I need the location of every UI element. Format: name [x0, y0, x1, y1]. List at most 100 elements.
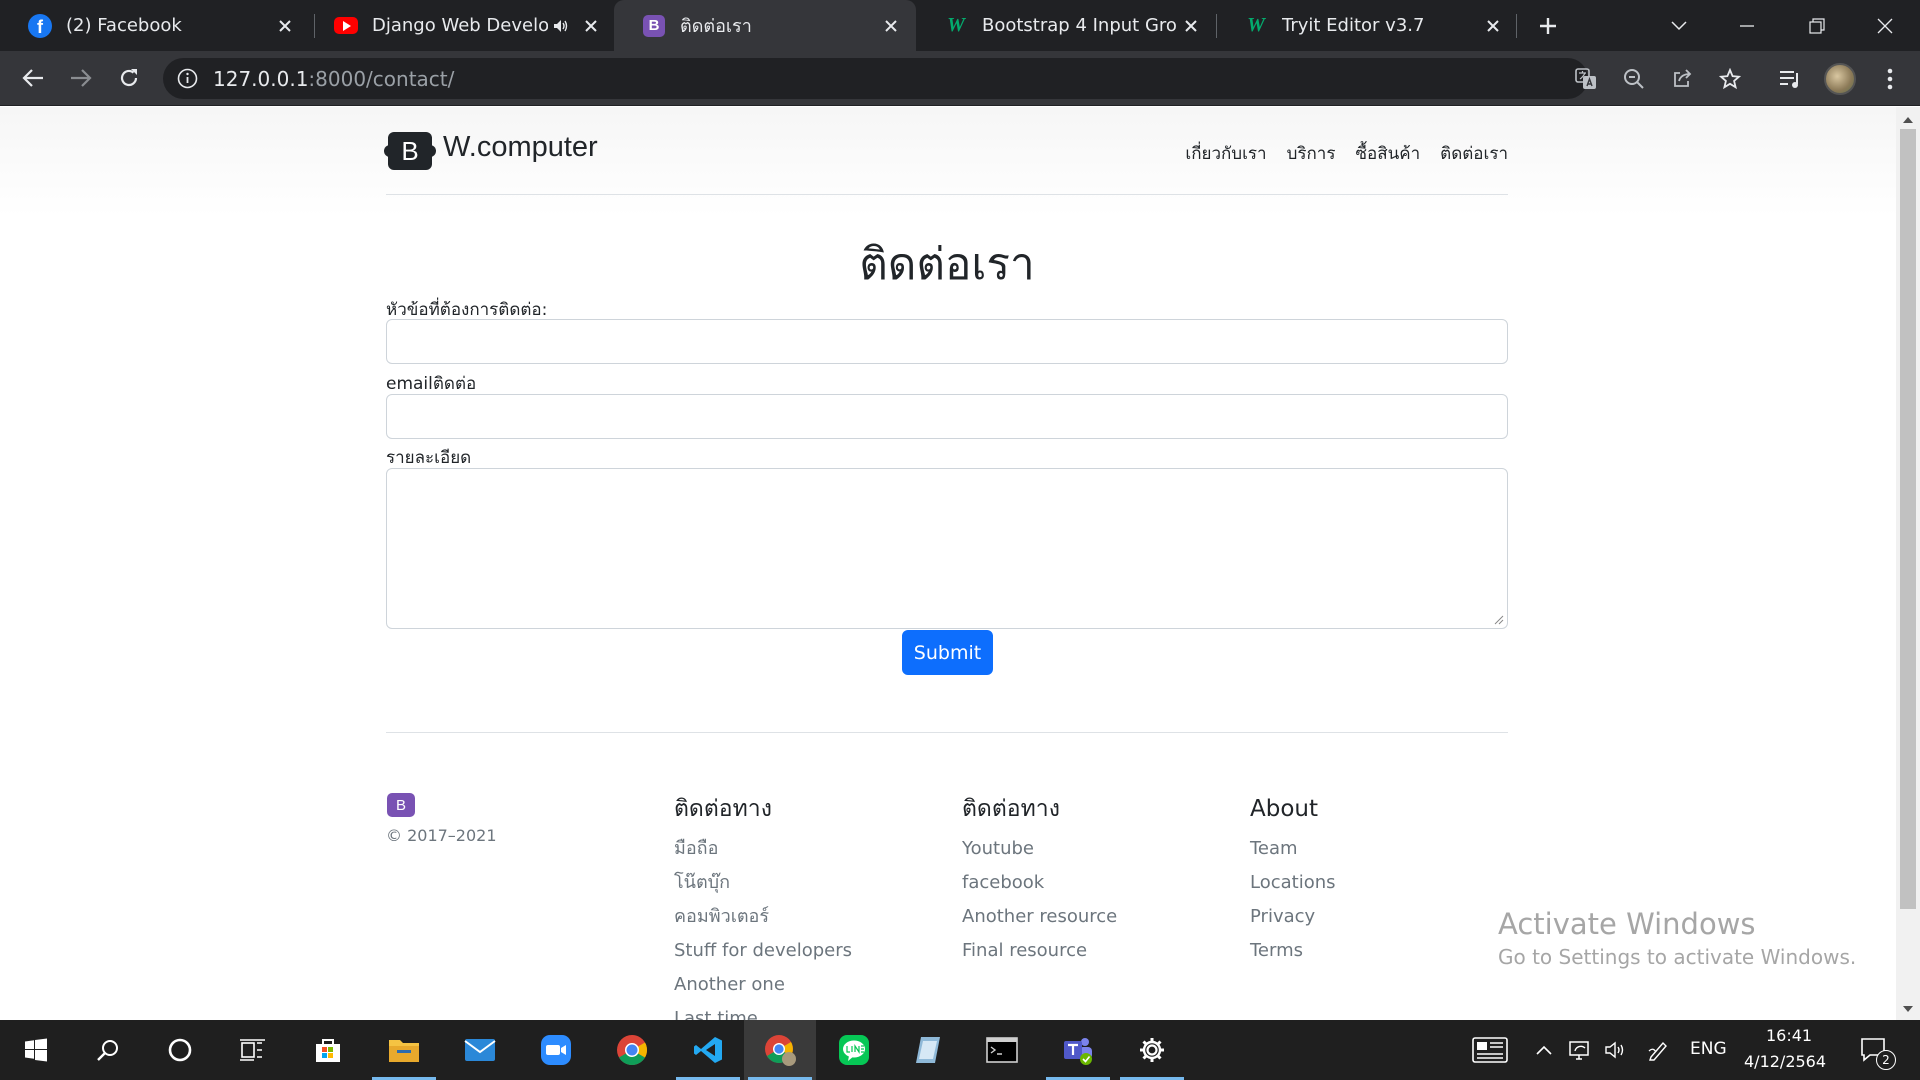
task-view-icon[interactable] [216, 1020, 288, 1080]
media-queue-icon[interactable] [1775, 64, 1805, 94]
speaker-icon[interactable] [548, 13, 574, 39]
footer-copyright: © 2017–2021 [386, 826, 497, 845]
tab-title: ติดต่อเรา [680, 16, 752, 37]
url-host: 127.0.0.1 [213, 67, 309, 91]
tab-bootstrap-input-groups[interactable]: W Bootstrap 4 Input Groups [916, 0, 1216, 51]
browser-tab-strip: f (2) Facebook Django Web Development B … [0, 0, 1920, 51]
nav-about[interactable]: เกี่ยวกับเรา [1185, 140, 1266, 167]
notification-count-badge: 2 [1876, 1050, 1896, 1070]
reload-icon[interactable] [111, 60, 147, 96]
line-app-icon[interactable] [818, 1020, 890, 1080]
back-arrow-icon[interactable] [15, 60, 51, 96]
footer-link[interactable]: Final resource [962, 934, 1117, 968]
detail-textarea[interactable] [386, 468, 1508, 629]
nav-services[interactable]: บริการ [1287, 140, 1336, 167]
footer-link[interactable]: Another resource [962, 900, 1117, 934]
minimize-icon[interactable] [1712, 0, 1782, 51]
file-explorer-icon[interactable] [368, 1020, 440, 1080]
forward-arrow-icon[interactable] [63, 60, 99, 96]
close-icon[interactable] [578, 13, 604, 39]
input-language[interactable]: ENG [1690, 1039, 1727, 1059]
news-widget-icon[interactable] [1454, 1020, 1526, 1080]
clock-date[interactable]: 4/12/2564 [1744, 1052, 1826, 1071]
restore-icon[interactable] [1782, 0, 1852, 51]
search-icon[interactable] [72, 1020, 144, 1080]
scroll-down-arrow-icon[interactable] [1901, 1002, 1915, 1016]
footer-link[interactable]: Terms [1250, 934, 1336, 968]
footer-column-contact: ติดต่อทาง มือถือ โน๊ตบุ๊ก คอมพิวเตอร์ St… [674, 792, 852, 1020]
footer-link[interactable]: Privacy [1250, 900, 1336, 934]
footer-link[interactable]: โน๊ตบุ๊ก [674, 866, 852, 900]
mail-icon[interactable] [444, 1020, 516, 1080]
settings-gear-icon[interactable] [1116, 1020, 1188, 1080]
footer-link[interactable]: Stuff for developers [674, 934, 852, 968]
window-close-icon[interactable] [1850, 0, 1920, 51]
zoom-app-icon[interactable] [520, 1020, 592, 1080]
tray-chevron-up-icon[interactable] [1526, 1020, 1562, 1080]
footer-link[interactable]: Team [1250, 832, 1336, 866]
nav-contact[interactable]: ติดต่อเรา [1440, 140, 1508, 167]
cortana-icon[interactable] [144, 1020, 216, 1080]
subject-input[interactable] [386, 319, 1508, 364]
header-divider [386, 194, 1508, 195]
address-bar[interactable]: 127.0.0.1:8000/contact/ [163, 58, 1741, 99]
clock-time[interactable]: 16:41 [1766, 1026, 1812, 1045]
teams-icon[interactable] [1042, 1020, 1114, 1080]
footer-link[interactable]: คอมพิวเตอร์ [674, 900, 852, 934]
tab-title: Bootstrap 4 Input Groups [982, 15, 1178, 36]
footer-heading: ติดต่อทาง [674, 796, 772, 822]
footer-bootstrap-logo-icon[interactable]: B [387, 793, 415, 817]
microsoft-store-icon[interactable] [292, 1020, 364, 1080]
zoom-out-icon[interactable] [1621, 66, 1647, 92]
brand-logo-icon[interactable]: B [384, 132, 436, 170]
tab-youtube[interactable]: Django Web Development [306, 0, 616, 51]
translate-icon[interactable] [1573, 66, 1599, 92]
close-icon[interactable] [878, 13, 904, 39]
footer-column-about: About Team Locations Privacy Terms [1250, 792, 1336, 968]
email-input[interactable] [386, 394, 1508, 439]
bootstrap-icon: B [642, 14, 666, 38]
site-info-icon[interactable] [177, 68, 198, 89]
pen-icon[interactable] [1640, 1020, 1676, 1080]
brand-name[interactable]: W.computer [443, 131, 598, 164]
scroll-thumb[interactable] [1900, 129, 1916, 909]
tab-facebook[interactable]: f (2) Facebook [0, 0, 310, 51]
chrome-profile-app-icon[interactable] [744, 1020, 816, 1080]
close-icon[interactable] [1480, 13, 1506, 39]
watermark-line1: Activate Windows [1498, 907, 1756, 941]
tab-search-chevron-down-icon[interactable] [1644, 0, 1714, 51]
footer-link[interactable]: Last time [674, 1002, 852, 1020]
footer-link[interactable]: Locations [1250, 866, 1336, 900]
share-icon[interactable] [1669, 66, 1695, 92]
bookmark-star-icon[interactable] [1717, 66, 1743, 92]
nav-shop[interactable]: ซื้อสินค้า [1356, 140, 1421, 167]
network-icon[interactable] [1562, 1020, 1598, 1080]
footer-heading: ติดต่อทาง [962, 796, 1060, 822]
notes-app-icon[interactable] [892, 1020, 964, 1080]
notification-center-icon[interactable]: 2 [1844, 1020, 1904, 1080]
chrome-menu-icon[interactable] [1875, 64, 1905, 94]
submit-button[interactable]: Submit [902, 630, 993, 675]
tab-contact-active[interactable]: B ติดต่อเรา [614, 0, 916, 51]
footer-link[interactable]: Youtube [962, 832, 1117, 866]
profile-avatar[interactable] [1824, 63, 1856, 95]
tab-tryit-editor[interactable]: W Tryit Editor v3.7 [1216, 0, 1518, 51]
footer-link[interactable]: มือถือ [674, 832, 852, 866]
volume-icon[interactable] [1598, 1020, 1634, 1080]
footer-heading: About [1250, 796, 1319, 822]
resize-grip-icon[interactable] [1494, 615, 1504, 625]
close-icon[interactable] [272, 13, 298, 39]
footer-link[interactable]: facebook [962, 866, 1117, 900]
scroll-up-arrow-icon[interactable] [1901, 113, 1915, 127]
windows-start-icon[interactable] [0, 1020, 72, 1080]
tab-title: (2) Facebook [66, 15, 182, 36]
close-icon[interactable] [1178, 13, 1204, 39]
url-text[interactable]: 127.0.0.1:8000/contact/ [213, 67, 454, 91]
new-tab-plus-icon[interactable] [1530, 8, 1566, 44]
footer-link[interactable]: Another one [674, 968, 852, 1002]
footer-divider [386, 732, 1508, 733]
vscode-icon[interactable] [672, 1020, 744, 1080]
terminal-icon[interactable] [966, 1020, 1038, 1080]
chrome-app-icon[interactable] [596, 1020, 668, 1080]
page-viewport: B W.computer เกี่ยวกับเรา บริการ ซื้อสิน… [0, 107, 1896, 1020]
